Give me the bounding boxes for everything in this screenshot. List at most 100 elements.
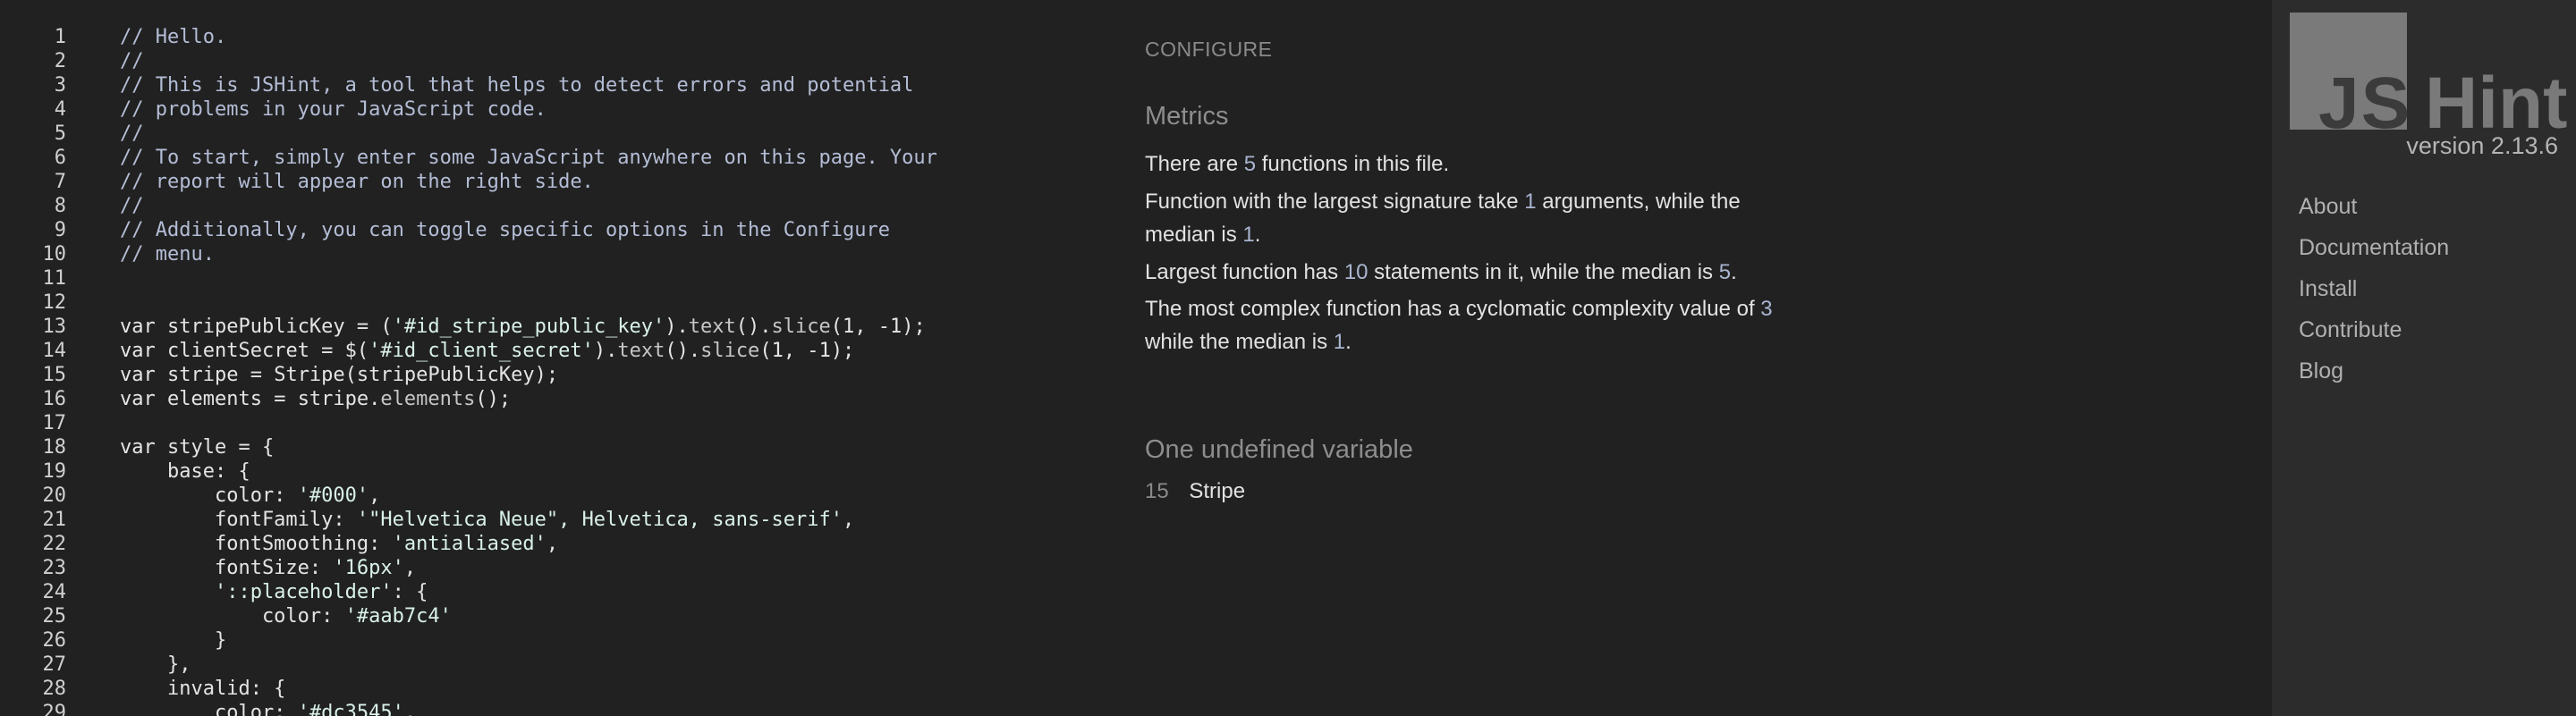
line-number: 27 — [42, 653, 67, 676]
code-token-plain: , - — [783, 340, 819, 362]
code-token-plain: color: — [120, 605, 345, 628]
line-number: 7 — [54, 171, 66, 193]
code-token-plain: , — [842, 509, 855, 531]
metric-value: 1 — [1333, 330, 1346, 354]
metric-text: The most complex function has a cyclomat… — [1145, 297, 1761, 321]
line-number: 1 — [54, 26, 66, 48]
line-number: 21 — [42, 509, 67, 531]
nav-blog-link[interactable]: Blog — [2299, 358, 2343, 384]
code-token-comment: // To start, simply enter some JavaScrip… — [120, 147, 937, 169]
nav-about-link[interactable]: About — [2299, 194, 2357, 220]
code-editor[interactable]: 1 // Hello. 2 // 3 // This is JSHint, a tool … — [0, 0, 1109, 716]
code-text[interactable]: // report will appear on the right side. — [120, 170, 594, 194]
line-number: 29 — [42, 702, 67, 716]
code-token-string: '16px' — [333, 557, 404, 579]
code-text[interactable]: // This is JSHint, a tool that helps to … — [120, 73, 913, 97]
code-text[interactable]: // problems in your JavaScript code. — [120, 97, 547, 122]
configure-button[interactable]: CONFIGURE — [1145, 38, 1273, 62]
metric-text: functions in this file. — [1256, 152, 1450, 176]
line-number: 10 — [42, 243, 67, 265]
code-token-plain: (). — [665, 340, 701, 362]
code-text[interactable]: // — [120, 122, 144, 146]
code-token-plain: stripePublicKey = ( — [155, 316, 393, 338]
code-text[interactable]: } — [120, 628, 226, 653]
nav-install-link[interactable]: Install — [2299, 276, 2357, 302]
code-text[interactable]: var clientSecret = $('#id_client_secret'… — [120, 339, 854, 363]
code-token-plain: (). — [735, 316, 772, 338]
code-text[interactable]: var stripe = Stripe(stripePublicKey); — [120, 363, 558, 387]
code-text[interactable]: fontSize: '16px', — [120, 556, 416, 580]
code-token-comment: // Additionally, you can toggle specific… — [120, 219, 890, 241]
jshint-logo[interactable]: JS Hint — [2290, 13, 2567, 144]
code-text[interactable]: var style = { — [120, 435, 274, 459]
code-token-plain: invalid: { — [120, 678, 286, 700]
code-token-plain: elements = stripe. — [155, 388, 381, 410]
code-text[interactable]: // menu. — [120, 242, 215, 266]
code-token-keyword: var — [120, 388, 156, 410]
metric-value: 10 — [1343, 260, 1368, 284]
code-token-keyword: var — [120, 340, 156, 362]
code-text[interactable]: '::placeholder': { — [120, 580, 428, 604]
line-number: 25 — [42, 605, 67, 628]
code-text[interactable]: // To start, simply enter some JavaScrip… — [120, 146, 937, 170]
line-number: 12 — [42, 291, 67, 314]
line-number: 24 — [42, 581, 67, 603]
code-token-string: '#dc3545' — [297, 702, 404, 716]
line-number: 8 — [54, 195, 66, 217]
code-token-comment: // — [120, 50, 144, 72]
line-number: 17 — [42, 412, 67, 434]
code-token-plain: fontSmoothing: — [120, 533, 393, 555]
line-number: 9 — [54, 219, 66, 241]
line-number: 6 — [54, 147, 66, 169]
code-text[interactable]: // — [120, 194, 144, 218]
code-token-plain: fontSize: — [120, 557, 334, 579]
code-text[interactable]: color: '#000', — [120, 484, 380, 508]
code-text[interactable]: fontSmoothing: 'antialiased', — [120, 532, 558, 556]
code-text[interactable]: color: '#aab7c4' — [120, 604, 452, 628]
code-text[interactable]: var elements = stripe.elements(); — [120, 387, 511, 411]
code-token-method: text — [688, 316, 736, 338]
code-token-plain: clientSecret = $( — [155, 340, 369, 362]
code-token-number: 1 — [771, 340, 784, 362]
metric-text: . — [1731, 260, 1737, 284]
code-text[interactable]: base: { — [120, 459, 250, 484]
code-text[interactable]: }, — [120, 653, 191, 677]
code-token-number: 1 — [818, 340, 831, 362]
code-text[interactable]: // Additionally, you can toggle specific… — [120, 218, 890, 242]
code-token-string: '#aab7c4' — [344, 605, 452, 628]
metrics-heading: Metrics — [1145, 102, 1229, 131]
metric-text: There are — [1145, 152, 1244, 176]
code-token-method: slice — [700, 340, 760, 362]
code-token-comment: // — [120, 122, 144, 145]
code-token-plain: , — [369, 484, 381, 507]
undefined-variable-item[interactable]: 15 Stripe — [1145, 479, 1245, 504]
code-text[interactable]: var stripePublicKey = ('#id_stripe_publi… — [120, 315, 926, 339]
code-token-comment: // menu. — [120, 243, 215, 265]
nav-documentation-link[interactable]: Documentation — [2299, 235, 2449, 261]
code-text[interactable]: invalid: { — [120, 677, 285, 701]
code-text[interactable]: fontFamily: '"Helvetica Neue", Helvetica… — [120, 508, 854, 532]
code-token-plain: stripe = Stripe(stripePublicKey); — [155, 364, 559, 386]
code-text[interactable]: // Hello. — [120, 25, 226, 49]
code-token-method: elements — [380, 388, 476, 410]
undefined-variables-heading: One undefined variable — [1145, 435, 1413, 464]
code-token-comment: // report will appear on the right side. — [120, 171, 594, 193]
undefined-variable-name[interactable]: Stripe — [1189, 479, 1245, 503]
line-number: 14 — [42, 340, 67, 362]
metric-value: 5 — [1718, 260, 1732, 284]
code-token-keyword: var — [120, 436, 156, 459]
code-token-plain: , - — [854, 316, 891, 338]
metric-value: 3 — [1760, 297, 1773, 321]
code-token-plain: ); — [902, 316, 926, 338]
code-token-keyword: var — [120, 316, 156, 338]
code-text[interactable]: // — [120, 49, 144, 73]
code-token-plain: , — [403, 702, 417, 716]
code-token-keyword: var — [120, 364, 156, 386]
sidebar: JS Hint version 2.13.6 About Documentati… — [2272, 0, 2576, 716]
nav-contribute-link[interactable]: Contribute — [2299, 317, 2402, 343]
metric-function-count: There are 5 functions in this file. — [1145, 147, 1798, 181]
code-token-string: '"Helvetica Neue", Helvetica, sans-serif… — [356, 509, 843, 531]
code-text[interactable]: color: '#dc3545', — [120, 701, 416, 716]
code-token-plain: } — [120, 629, 227, 652]
code-token-plain: ). — [665, 316, 689, 338]
